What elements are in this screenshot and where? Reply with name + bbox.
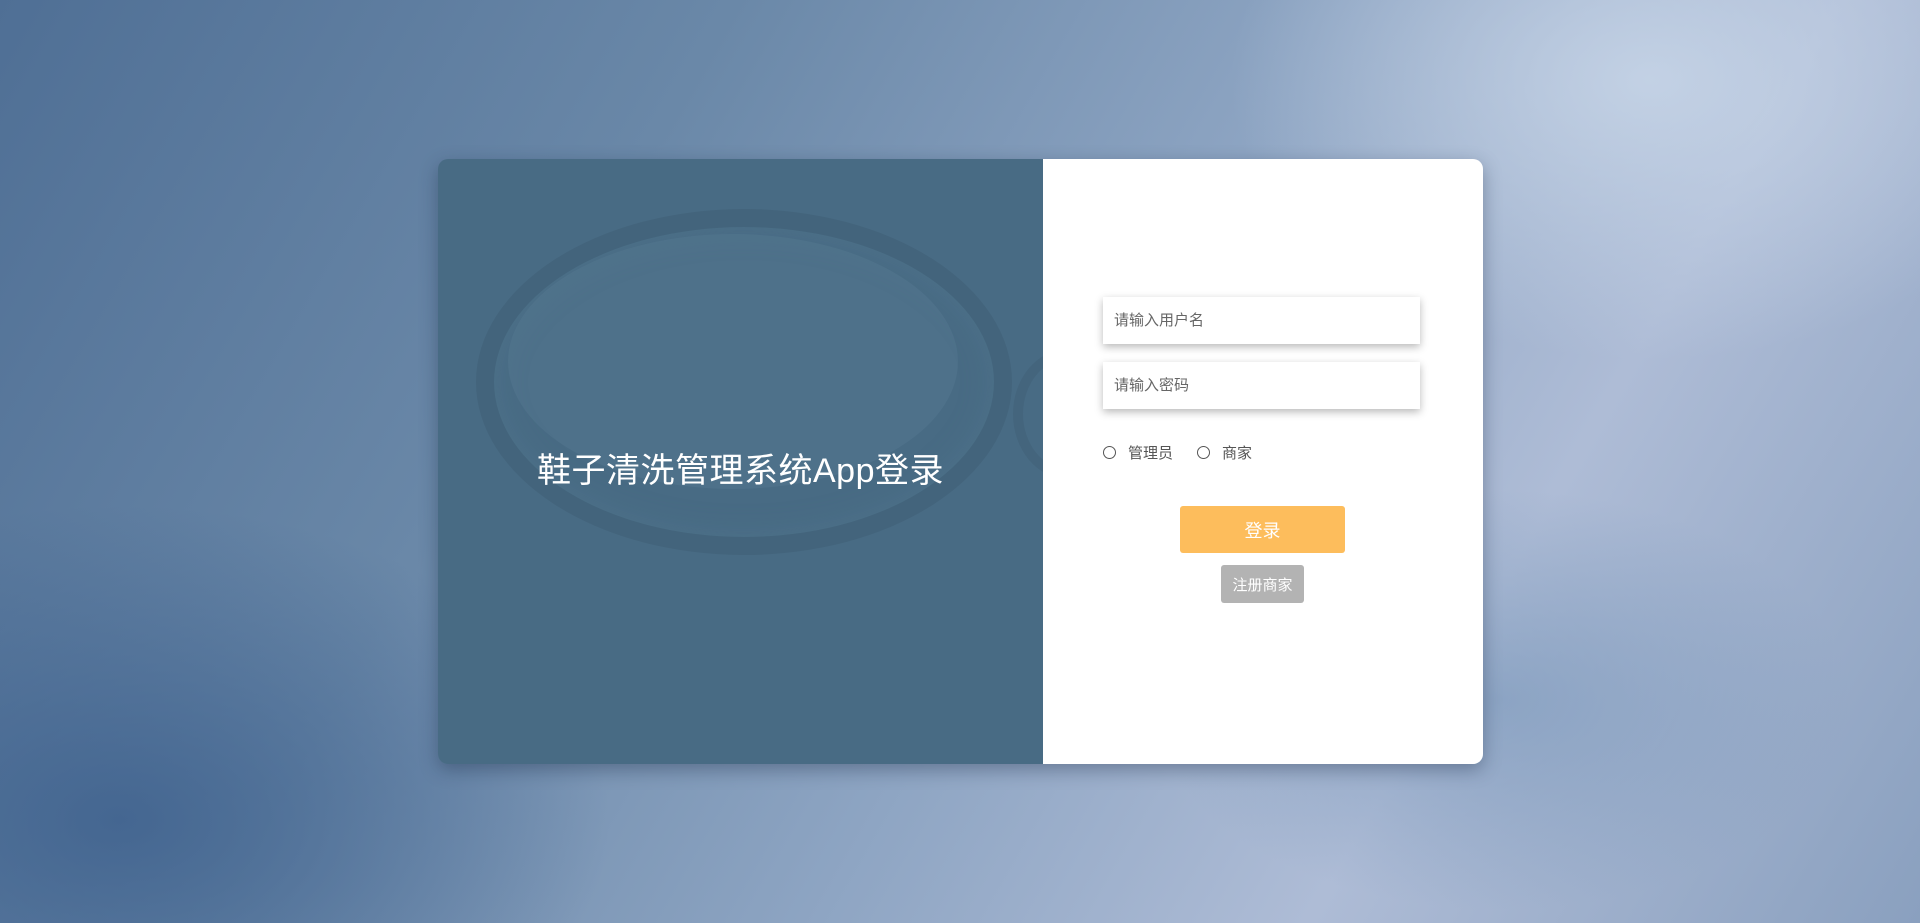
- username-input[interactable]: [1103, 297, 1420, 344]
- username-field-wrapper: [1103, 297, 1420, 344]
- radio-button-merchant[interactable]: [1197, 446, 1211, 459]
- password-input[interactable]: [1103, 362, 1420, 409]
- login-card: 鞋子清洗管理系统App登录 管理员 商家 登录 注册商家: [438, 159, 1483, 764]
- role-label-admin: 管理员: [1128, 445, 1174, 462]
- radio-button-admin[interactable]: [1103, 446, 1116, 459]
- register-merchant-button[interactable]: 注册商家: [1221, 565, 1304, 603]
- role-option-merchant[interactable]: 商家: [1197, 442, 1252, 463]
- role-selector: 管理员 商家: [1103, 442, 1276, 463]
- role-label-merchant: 商家: [1222, 445, 1253, 462]
- login-form: 管理员 商家 登录 注册商家: [1043, 159, 1483, 764]
- role-option-admin[interactable]: 管理员: [1103, 442, 1173, 463]
- title-panel: 鞋子清洗管理系统App登录: [438, 159, 1043, 764]
- background-decoration: [476, 209, 1012, 555]
- login-button[interactable]: 登录: [1180, 506, 1345, 553]
- app-title: 鞋子清洗管理系统App登录: [537, 452, 944, 490]
- password-field-wrapper: [1103, 362, 1420, 409]
